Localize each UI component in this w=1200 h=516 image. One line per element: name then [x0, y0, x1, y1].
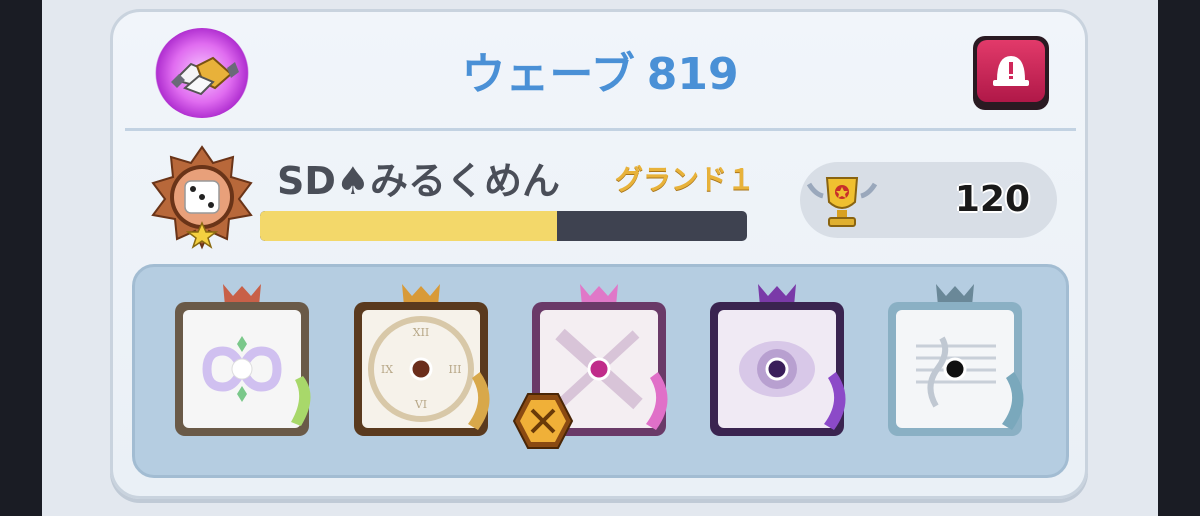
svg-text:III: III [448, 363, 461, 376]
xp-progress-fill [260, 211, 558, 241]
swords-hexagon-icon [512, 392, 574, 450]
trophy-count: 120 [954, 179, 1030, 220]
dice-rank-badge-icon [143, 143, 261, 251]
wave-number: 819 [646, 49, 739, 100]
handshake-icon [171, 56, 239, 96]
handshake-button[interactable] [155, 28, 249, 118]
trophy-icon [803, 166, 881, 234]
svg-text:IX: IX [381, 363, 393, 376]
eye-dice-icon [710, 284, 846, 436]
report-icon [993, 56, 1029, 86]
header-divider [125, 128, 1076, 131]
wave-label: ウェーブ [461, 49, 635, 100]
report-button[interactable] [973, 36, 1049, 110]
dice-slot-2[interactable]: XII VI IX III [342, 276, 500, 444]
svg-text:VI: VI [414, 398, 427, 411]
rank-label: グランド１ [615, 163, 756, 196]
dice-slot-1[interactable] [163, 276, 321, 444]
svg-text:XII: XII [413, 326, 430, 339]
infinity-dice-icon [175, 284, 311, 436]
clock-dice-icon: XII VI IX III [354, 284, 490, 436]
player-name: SD♠みるくめん [277, 159, 560, 203]
dice-slot-5[interactable] [876, 276, 1034, 444]
music-dice-icon [888, 284, 1024, 436]
xp-progress-bar [260, 211, 747, 241]
wave-title: ウェーブ 819 [400, 40, 800, 110]
dice-slot-4[interactable] [698, 276, 856, 444]
